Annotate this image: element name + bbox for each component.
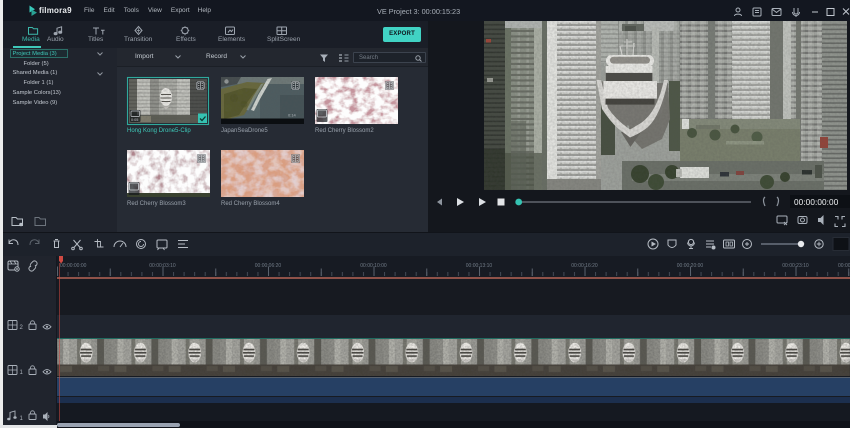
svg-text:00:00:16:20: 00:00:16:20 (571, 263, 598, 269)
svg-text:0:14: 0:14 (288, 113, 297, 118)
svg-text:00:00:10:00: 00:00:10:00 (360, 263, 387, 269)
svg-text:1: 1 (20, 416, 24, 422)
svg-text:0:05: 0:05 (131, 118, 138, 122)
svg-text:00:00:00:00: 00:00:00:00 (60, 263, 87, 269)
svg-text:1: 1 (20, 370, 24, 376)
svg-text:00:00:20:00: 00:00:20:00 (677, 263, 704, 269)
svg-text:00:00:23:10: 00:00:23:10 (782, 263, 809, 269)
svg-text:00:00:13:10: 00:00:13:10 (466, 263, 493, 269)
svg-text:00:00:00:00: 00:00:00:00 (794, 198, 839, 207)
svg-text:00:00: 00:00 (838, 263, 850, 269)
svg-text:00:00:03:10: 00:00:03:10 (149, 263, 176, 269)
svg-text:2: 2 (20, 325, 24, 331)
svg-text:00:00:06:20: 00:00:06:20 (255, 263, 282, 269)
